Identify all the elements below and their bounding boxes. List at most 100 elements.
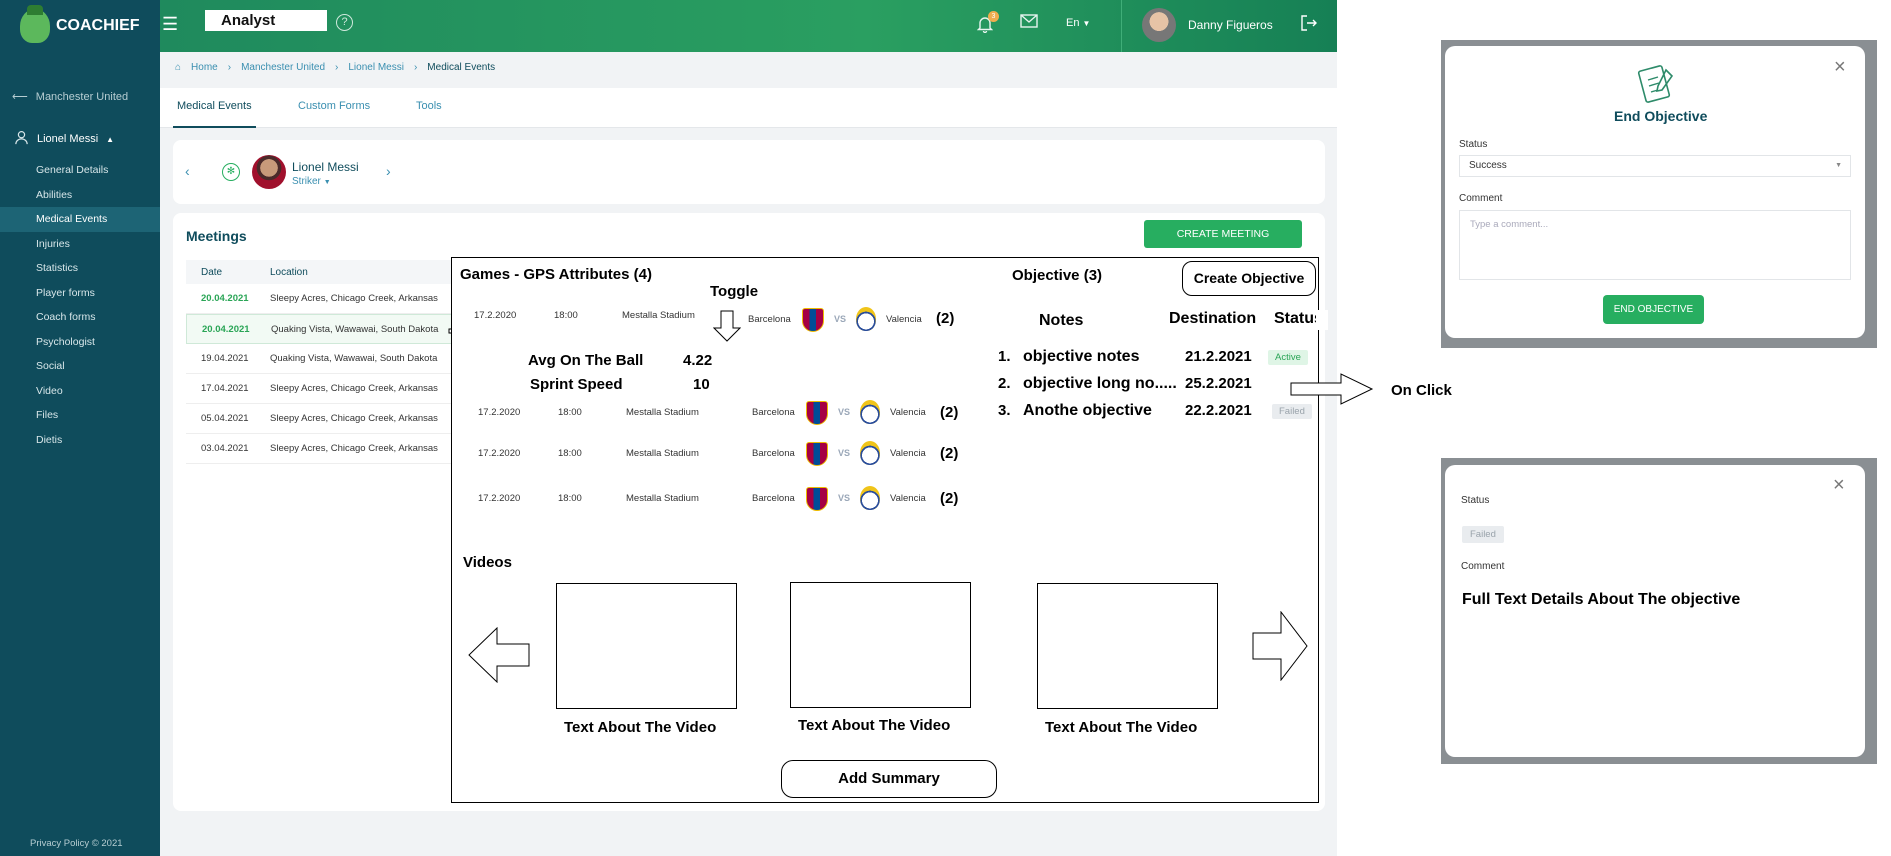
sidebar-item-video[interactable]: Video xyxy=(0,379,160,404)
objective-note: objective notes xyxy=(1023,348,1140,365)
sidebar-item-coach-forms[interactable]: Coach forms xyxy=(0,305,160,330)
comment-textarea[interactable]: Type a comment... xyxy=(1459,210,1851,280)
game-vs: VS xyxy=(838,407,851,417)
sidebar-item-social[interactable]: Social xyxy=(0,354,160,379)
back-link-label: Manchester United xyxy=(35,90,129,103)
game-away: Valencia xyxy=(890,448,926,459)
game-vs: VS xyxy=(838,448,851,458)
sidebar-player-name: Lionel Messi xyxy=(37,133,99,145)
close-icon[interactable]: × xyxy=(1833,474,1845,497)
language-selector[interactable]: En ▼ xyxy=(1066,17,1090,29)
breadcrumb-team[interactable]: Manchester United xyxy=(241,62,325,73)
game-time: 18:00 xyxy=(558,493,582,504)
sidebar-player-toggle[interactable]: Lionel Messi ▲ xyxy=(14,130,114,148)
table-row[interactable]: 05.04.2021 Sleepy Acres, Chicago Creek, A… xyxy=(186,404,456,434)
sidebar-nav: General Details Abilities Medical Events… xyxy=(0,158,160,452)
video-thumbnail[interactable] xyxy=(1037,583,1218,709)
meetings-title: Meetings xyxy=(186,228,247,244)
videos-title: Videos xyxy=(463,554,512,571)
sidebar-item-files[interactable]: Files xyxy=(0,403,160,428)
sidebar-item-dietis[interactable]: Dietis xyxy=(0,428,160,453)
sidebar-item-medical-events[interactable]: Medical Events xyxy=(0,207,160,232)
sidebar-item-abilities[interactable]: Abilities xyxy=(0,183,160,208)
tab-tools[interactable]: Tools xyxy=(416,100,442,112)
breadcrumb-home[interactable]: Home xyxy=(191,62,218,73)
game-count: (2) xyxy=(940,490,959,507)
role-selector[interactable]: Analyst xyxy=(205,10,327,31)
sidebar-item-player-forms[interactable]: Player forms xyxy=(0,281,160,306)
sidebar-item-statistics[interactable]: Statistics xyxy=(0,256,160,281)
video-thumbnail[interactable] xyxy=(556,583,737,709)
modal-title: End Objective xyxy=(1614,108,1708,124)
sidebar-item-psychologist[interactable]: Psychologist xyxy=(0,330,160,355)
end-objective-button[interactable]: END OBJECTIVE xyxy=(1603,295,1704,324)
app-logo[interactable]: COACHIEF xyxy=(20,5,140,46)
tab-medical-events[interactable]: Medical Events xyxy=(177,100,252,112)
sidebar-item-general-details[interactable]: General Details xyxy=(0,158,160,183)
meetings-table-header: Date Location xyxy=(186,260,456,284)
objective-row[interactable]: 1. objective notes 21.2.2021 Active xyxy=(998,348,1318,372)
player-name[interactable]: Lionel Messi xyxy=(292,160,359,174)
create-meeting-button[interactable]: CREATE MEETING xyxy=(1144,220,1302,248)
user-name[interactable]: Danny Figueros xyxy=(1188,18,1273,32)
objective-detail-modal xyxy=(1445,465,1865,757)
add-summary-button[interactable]: Add Summary xyxy=(781,760,997,798)
arrow-left-icon: ⟵ xyxy=(12,91,28,103)
game-time: 18:00 xyxy=(554,310,578,321)
logout-icon[interactable] xyxy=(1300,14,1318,37)
close-icon[interactable]: × xyxy=(1834,56,1846,79)
home-icon[interactable]: ⌂ xyxy=(175,62,181,73)
avatar[interactable] xyxy=(1142,8,1176,42)
attribute-name: Avg On The Ball xyxy=(528,352,644,369)
attribute-value: 4.22 xyxy=(683,352,713,369)
game-count: (2) xyxy=(940,445,959,462)
toggle-label: Toggle xyxy=(710,283,759,300)
objective-number: 2. xyxy=(998,375,1011,392)
arrow-left-icon[interactable] xyxy=(468,626,530,688)
table-row[interactable]: 17.04.2021 Sleepy Acres, Chicago Creek, A… xyxy=(186,374,456,404)
game-vs: VS xyxy=(838,493,851,503)
hamburger-menu-icon[interactable]: ☰ xyxy=(162,15,180,33)
on-click-label: On Click xyxy=(1391,382,1452,399)
active-tab-indicator xyxy=(173,126,256,128)
mail-icon[interactable] xyxy=(1020,14,1038,33)
table-row[interactable]: 20.04.2021 Sleepy Acres, Chicago Creek, A… xyxy=(186,284,456,314)
sidebar-item-injuries[interactable]: Injuries xyxy=(0,232,160,257)
comment-text: Full Text Details About The objective xyxy=(1462,591,1741,608)
row-date: 19.04.2021 xyxy=(201,353,249,364)
row-date: 05.04.2021 xyxy=(201,413,249,424)
clipboard-icon xyxy=(1636,60,1678,109)
barcelona-crest-icon xyxy=(806,487,828,511)
game-time: 18:00 xyxy=(558,448,582,459)
objective-date: 21.2.2021 xyxy=(1185,348,1252,365)
chevron-left-icon[interactable]: ‹ xyxy=(185,163,190,179)
row-location: Sleepy Acres, Chicago Creek, Arkansas xyxy=(270,293,438,304)
tab-custom-forms[interactable]: Custom Forms xyxy=(298,100,370,112)
back-link[interactable]: ⟵ Manchester United xyxy=(12,90,129,104)
chevron-right-icon[interactable]: › xyxy=(386,163,391,179)
table-row[interactable]: 03.04.2021 Sleepy Acres, Chicago Creek, A… xyxy=(186,434,456,464)
help-icon[interactable]: ? xyxy=(336,14,353,31)
arrow-right-icon[interactable] xyxy=(1252,610,1308,686)
toggle-arrow-down-icon[interactable] xyxy=(712,310,742,347)
language-label: En xyxy=(1066,17,1080,29)
table-row[interactable]: 20.04.2021 Quaking Vista, Wawawai, South … xyxy=(186,314,456,344)
row-date: 20.04.2021 xyxy=(201,293,249,304)
privacy-link[interactable]: Privacy Policy © 2021 xyxy=(30,838,123,849)
breadcrumb: ⌂ Home › Manchester United › Lionel Mess… xyxy=(175,62,495,73)
game-date: 17.2.2020 xyxy=(478,493,521,504)
game-date: 17.2.2020 xyxy=(478,448,521,459)
video-thumbnail[interactable] xyxy=(790,582,971,708)
table-row[interactable]: 19.04.2021 Quaking Vista, Wawawai, South … xyxy=(186,344,456,374)
objective-row[interactable]: 3. Anothe objective 22.2.2021 Failed xyxy=(998,402,1318,426)
status-select[interactable]: Success ▼ xyxy=(1459,155,1851,177)
ball-icon: ✻ xyxy=(222,163,240,181)
objective-note: Anothe objective xyxy=(1023,402,1152,419)
chevron-right-icon: › xyxy=(227,62,232,73)
objective-date: 22.2.2021 xyxy=(1185,402,1252,419)
player-position[interactable]: Striker ▼ xyxy=(292,176,331,187)
objective-row[interactable]: 2. objective long no..... 25.2.2021 xyxy=(998,375,1318,399)
breadcrumb-current: Medical Events xyxy=(427,62,496,73)
breadcrumb-player[interactable]: Lionel Messi xyxy=(348,62,404,73)
create-objective-button[interactable]: Create Objective xyxy=(1182,261,1316,296)
